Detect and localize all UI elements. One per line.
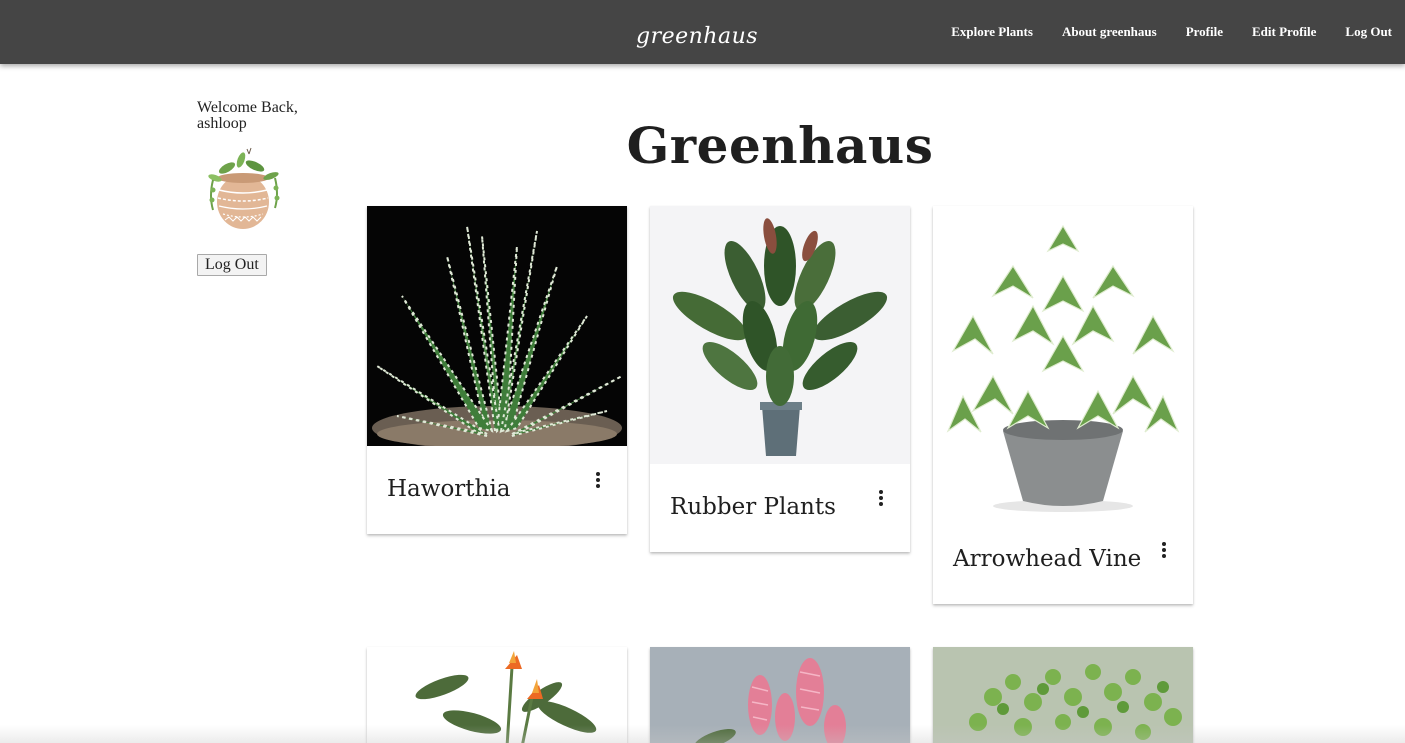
welcome-message: Welcome Back, ashloop: [197, 100, 337, 132]
brand-logo[interactable]: greenhaus: [636, 24, 758, 49]
plant-name[interactable]: Rubber Plants: [670, 494, 836, 520]
nav-link-explore-plants[interactable]: Explore Plants: [951, 24, 1033, 40]
sidebar-log-out-button[interactable]: Log Out: [197, 254, 267, 276]
card-footer: Rubber Plants: [650, 464, 910, 552]
card-footer: Haworthia: [367, 446, 627, 534]
plant-image: [650, 206, 910, 464]
more-options-icon[interactable]: [1159, 540, 1169, 560]
user-sidebar: Welcome Back, ashloop Log Out: [197, 100, 337, 276]
avatar: [208, 147, 280, 229]
plant-card[interactable]: [650, 647, 910, 743]
plant-image: [367, 647, 627, 743]
nav-link-profile[interactable]: Profile: [1186, 24, 1223, 40]
nav-links: Explore Plants About greenhaus Profile E…: [951, 24, 1392, 40]
plant-name[interactable]: Haworthia: [387, 476, 510, 502]
page-title: Greenhaus: [626, 116, 934, 175]
plant-image: [650, 647, 910, 743]
more-options-icon[interactable]: [593, 470, 603, 490]
card-footer: Arrowhead Vine: [933, 516, 1193, 604]
plant-card[interactable]: [933, 647, 1193, 743]
plant-card[interactable]: Rubber Plants: [650, 206, 910, 552]
nav-link-log-out[interactable]: Log Out: [1345, 24, 1392, 40]
username: ashloop: [197, 115, 247, 132]
plant-image: [933, 647, 1193, 743]
plant-image: [367, 206, 627, 446]
plant-name[interactable]: Arrowhead Vine: [953, 546, 1141, 572]
top-navbar: greenhaus Explore Plants About greenhaus…: [0, 0, 1405, 64]
nav-link-about[interactable]: About greenhaus: [1062, 24, 1157, 40]
more-options-icon[interactable]: [876, 488, 886, 508]
plant-card[interactable]: Arrowhead Vine: [933, 206, 1193, 604]
plant-card[interactable]: [367, 647, 627, 743]
welcome-text: Welcome Back,: [197, 99, 298, 116]
plant-image: [933, 206, 1193, 516]
nav-link-edit-profile[interactable]: Edit Profile: [1252, 24, 1316, 40]
plant-card[interactable]: Haworthia: [367, 206, 627, 534]
